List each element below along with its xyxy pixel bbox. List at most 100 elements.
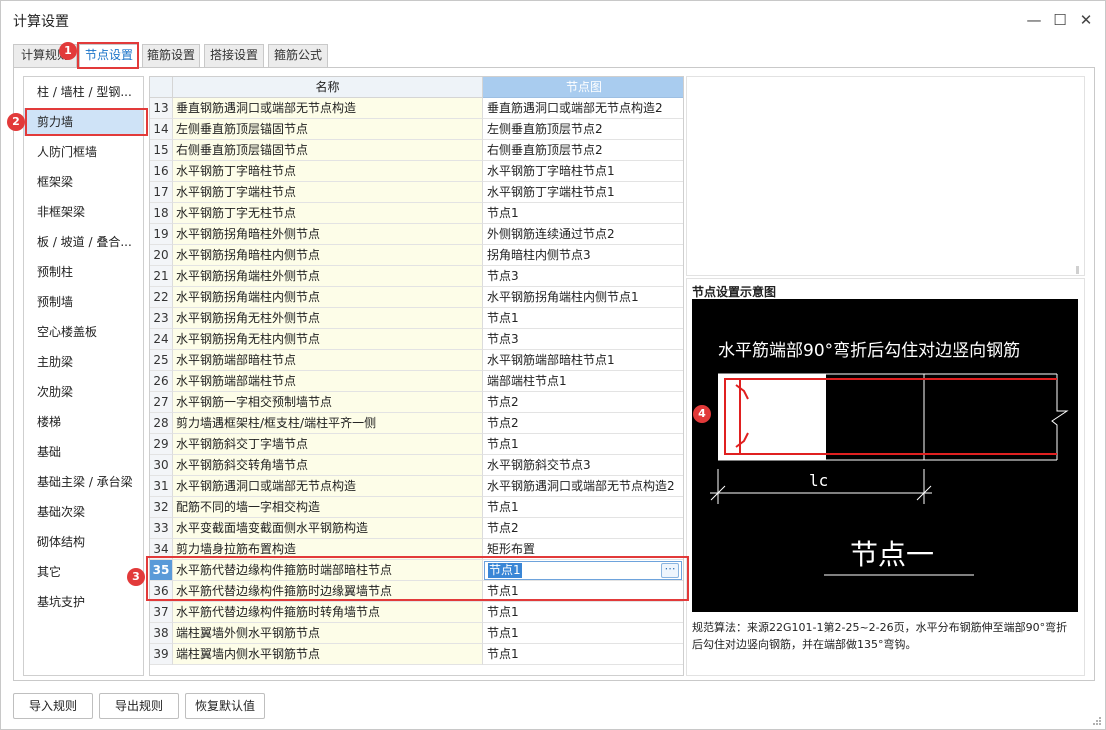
row-number[interactable]: 33 xyxy=(150,518,173,539)
table-row[interactable]: 33 水平变截面墙变截面侧水平钢筋构造 节点2 xyxy=(150,518,683,539)
table-row[interactable]: 23 水平钢筋拐角无柱外侧节点 节点1 xyxy=(150,308,683,329)
row-name-cell[interactable]: 剪力墙遇框架柱/框支柱/端柱平齐一侧 xyxy=(173,413,483,434)
tab-stirrup-settings[interactable]: 箍筋设置 xyxy=(142,44,200,67)
row-number[interactable]: 23 xyxy=(150,308,173,329)
sidebar-item-foundation-main-beam[interactable]: 基础主梁 / 承台梁 xyxy=(24,468,143,496)
row-node-cell[interactable]: 水平钢筋拐角端柱内侧节点1 xyxy=(483,287,683,308)
row-name-cell[interactable]: 水平钢筋拐角无柱外侧节点 xyxy=(173,308,483,329)
table-row[interactable]: 24 水平钢筋拐角无柱内侧节点 节点3 xyxy=(150,329,683,350)
row-number[interactable]: 21 xyxy=(150,266,173,287)
row-node-cell[interactable]: 节点1 xyxy=(483,497,683,518)
sidebar-item-masonry[interactable]: 砌体结构 xyxy=(24,528,143,556)
row-name-cell[interactable]: 水平钢筋丁字端柱节点 xyxy=(173,182,483,203)
row-node-cell[interactable]: 左侧垂直筋顶层节点2 xyxy=(483,119,683,140)
row-name-cell[interactable]: 水平钢筋一字相交预制墙节点 xyxy=(173,392,483,413)
export-rules-button[interactable]: 导出规则 xyxy=(99,693,179,719)
sidebar-item-foundation-secondary-beam[interactable]: 基础次梁 xyxy=(24,498,143,526)
row-name-cell[interactable]: 水平筋代替边缘构件箍筋时转角墙节点 xyxy=(173,602,483,623)
minimize-button[interactable]: — xyxy=(1023,9,1045,31)
sidebar-item-secondary-rib-beam[interactable]: 次肋梁 xyxy=(24,378,143,406)
restore-default-button[interactable]: 恢复默认值 xyxy=(185,693,265,719)
table-row[interactable]: 27 水平钢筋一字相交预制墙节点 节点2 xyxy=(150,392,683,413)
row-number[interactable]: 24 xyxy=(150,329,173,350)
row-node-cell[interactable]: 节点2 xyxy=(483,518,683,539)
row-number[interactable]: 20 xyxy=(150,245,173,266)
sidebar-item-other[interactable]: 其它 xyxy=(24,558,143,586)
tab-stirrup-formula[interactable]: 箍筋公式 xyxy=(268,44,328,67)
row-number[interactable]: 22 xyxy=(150,287,173,308)
row-name-cell[interactable]: 端柱翼墙内侧水平钢筋节点 xyxy=(173,644,483,665)
row-number[interactable]: 29 xyxy=(150,434,173,455)
table-row[interactable]: 32 配筋不同的墙一字相交构造 节点1 xyxy=(150,497,683,518)
sidebar-item-precast-column[interactable]: 预制柱 xyxy=(24,258,143,286)
header-node-diagram[interactable]: 节点图 xyxy=(483,77,683,98)
table-row[interactable]: 26 水平钢筋端部端柱节点 端部端柱节点1 xyxy=(150,371,683,392)
table-row[interactable]: 17 水平钢筋丁字端柱节点 水平钢筋丁字端柱节点1 xyxy=(150,182,683,203)
table-row[interactable]: 38 端柱翼墙外侧水平钢筋节点 节点1 xyxy=(150,623,683,644)
row-name-cell[interactable]: 端柱翼墙外侧水平钢筋节点 xyxy=(173,623,483,644)
import-rules-button[interactable]: 导入规则 xyxy=(13,693,93,719)
table-row[interactable]: 13 垂直钢筋遇洞口或端部无节点构造 垂直筋遇洞口或端部无节点构造2 xyxy=(150,98,683,119)
sidebar-item-hollow-slab[interactable]: 空心楼盖板 xyxy=(24,318,143,346)
sidebar-item-frame-beam[interactable]: 框架梁 xyxy=(24,168,143,196)
row-number[interactable]: 26 xyxy=(150,371,173,392)
sidebar-item-non-frame-beam[interactable]: 非框架梁 xyxy=(24,198,143,226)
table-row[interactable]: 25 水平钢筋端部暗柱节点 水平钢筋端部暗柱节点1 xyxy=(150,350,683,371)
sidebar-item-precast-wall[interactable]: 预制墙 xyxy=(24,288,143,316)
close-button[interactable]: ✕ xyxy=(1075,9,1097,31)
row-name-cell[interactable]: 左侧垂直筋顶层锚固节点 xyxy=(173,119,483,140)
row-node-cell[interactable]: 节点1 xyxy=(483,203,683,224)
row-number[interactable]: 27 xyxy=(150,392,173,413)
table-row[interactable]: 15 右侧垂直筋顶层锚固节点 右侧垂直筋顶层节点2 xyxy=(150,140,683,161)
row-node-cell[interactable]: 节点2 xyxy=(483,392,683,413)
table-row[interactable]: 28 剪力墙遇框架柱/框支柱/端柱平齐一侧 节点2 xyxy=(150,413,683,434)
sidebar-item-slab[interactable]: 板 / 坡道 / 叠合... xyxy=(24,228,143,256)
row-node-cell[interactable]: 节点3 xyxy=(483,329,683,350)
table-row[interactable]: 30 水平钢筋斜交转角墙节点 水平钢筋斜交节点3 xyxy=(150,455,683,476)
row-node-cell[interactable]: 节点1 xyxy=(483,623,683,644)
table-row[interactable]: 22 水平钢筋拐角端柱内侧节点 水平钢筋拐角端柱内侧节点1 xyxy=(150,287,683,308)
row-number[interactable]: 28 xyxy=(150,413,173,434)
sidebar-item-stairs[interactable]: 楼梯 xyxy=(24,408,143,436)
table-row[interactable]: 16 水平钢筋丁字暗柱节点 水平钢筋丁字暗柱节点1 xyxy=(150,161,683,182)
row-name-cell[interactable]: 水平钢筋遇洞口或端部无节点构造 xyxy=(173,476,483,497)
row-name-cell[interactable]: 水平钢筋斜交转角墙节点 xyxy=(173,455,483,476)
sidebar-item-foundation[interactable]: 基础 xyxy=(24,438,143,466)
table-row[interactable]: 37 水平筋代替边缘构件箍筋时转角墙节点 节点1 xyxy=(150,602,683,623)
row-number[interactable]: 18 xyxy=(150,203,173,224)
table-row[interactable]: 29 水平钢筋斜交丁字墙节点 节点1 xyxy=(150,434,683,455)
row-node-cell[interactable]: 垂直筋遇洞口或端部无节点构造2 xyxy=(483,98,683,119)
row-number[interactable]: 15 xyxy=(150,140,173,161)
row-number[interactable]: 19 xyxy=(150,224,173,245)
row-number[interactable]: 32 xyxy=(150,497,173,518)
row-node-cell[interactable]: 节点2 xyxy=(483,413,683,434)
row-name-cell[interactable]: 水平钢筋斜交丁字墙节点 xyxy=(173,434,483,455)
row-number[interactable]: 37 xyxy=(150,602,173,623)
row-node-cell[interactable]: 节点1 xyxy=(483,308,683,329)
scrollbar-grip[interactable] xyxy=(1076,266,1079,274)
table-row[interactable]: 21 水平钢筋拐角端柱外侧节点 节点3 xyxy=(150,266,683,287)
row-name-cell[interactable]: 配筋不同的墙一字相交构造 xyxy=(173,497,483,518)
row-number[interactable]: 14 xyxy=(150,119,173,140)
row-number[interactable]: 17 xyxy=(150,182,173,203)
sidebar-item-main-rib-beam[interactable]: 主肋梁 xyxy=(24,348,143,376)
row-number[interactable]: 30 xyxy=(150,455,173,476)
row-number[interactable]: 13 xyxy=(150,98,173,119)
row-node-cell[interactable]: 外侧钢筋连续通过节点2 xyxy=(483,224,683,245)
row-node-cell[interactable]: 节点3 xyxy=(483,266,683,287)
row-name-cell[interactable]: 水平钢筋拐角暗柱内侧节点 xyxy=(173,245,483,266)
table-row[interactable]: 14 左侧垂直筋顶层锚固节点 左侧垂直筋顶层节点2 xyxy=(150,119,683,140)
row-number[interactable]: 16 xyxy=(150,161,173,182)
row-node-cell[interactable]: 右侧垂直筋顶层节点2 xyxy=(483,140,683,161)
row-name-cell[interactable]: 水平钢筋拐角暗柱外侧节点 xyxy=(173,224,483,245)
header-name[interactable]: 名称 xyxy=(173,77,483,98)
table-row[interactable]: 39 端柱翼墙内侧水平钢筋节点 节点1 xyxy=(150,644,683,665)
row-name-cell[interactable]: 水平钢筋拐角无柱内侧节点 xyxy=(173,329,483,350)
tab-lap-settings[interactable]: 搭接设置 xyxy=(204,44,264,67)
row-node-cell[interactable]: 水平钢筋斜交节点3 xyxy=(483,455,683,476)
table-row[interactable]: 19 水平钢筋拐角暗柱外侧节点 外侧钢筋连续通过节点2 xyxy=(150,224,683,245)
row-name-cell[interactable]: 水平钢筋端部暗柱节点 xyxy=(173,350,483,371)
table-row[interactable]: 18 水平钢筋丁字无柱节点 节点1 xyxy=(150,203,683,224)
resize-grip-icon[interactable] xyxy=(1092,716,1102,726)
row-name-cell[interactable]: 水平钢筋拐角端柱内侧节点 xyxy=(173,287,483,308)
